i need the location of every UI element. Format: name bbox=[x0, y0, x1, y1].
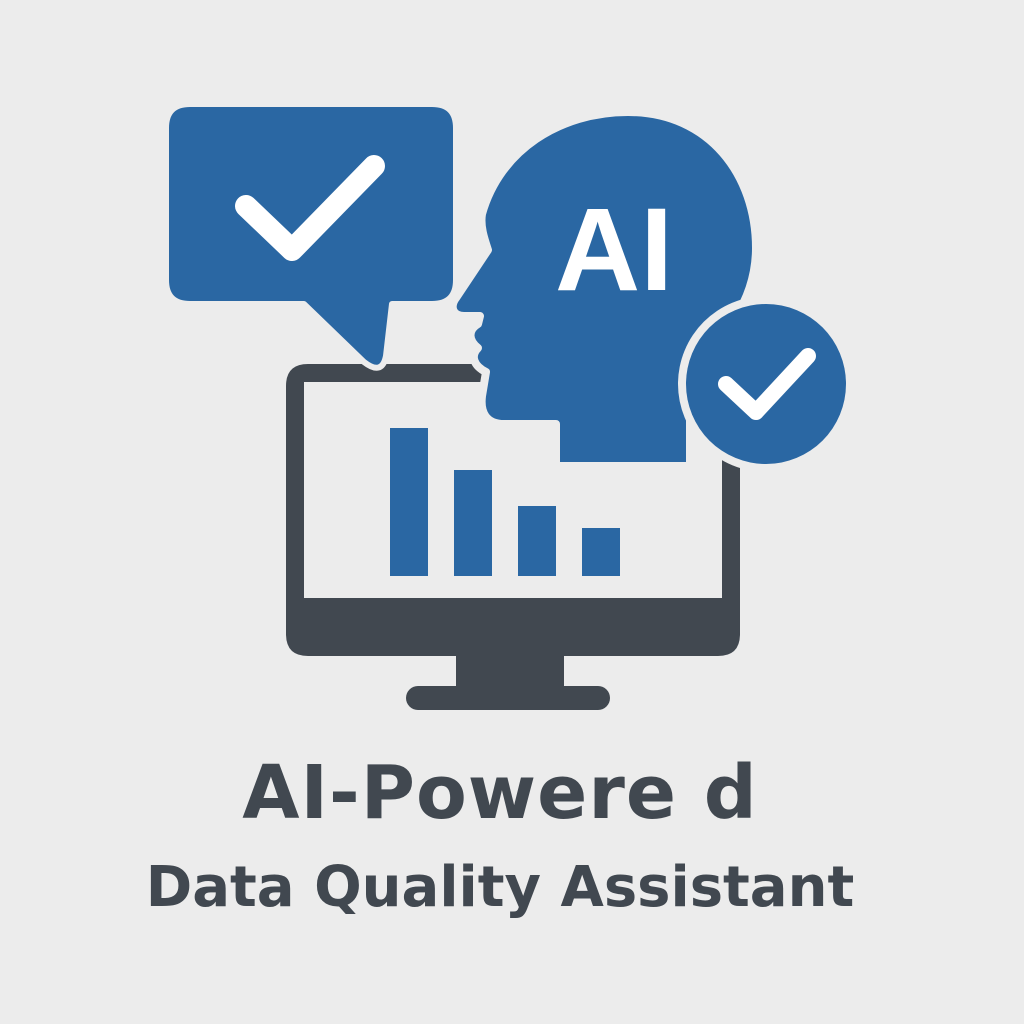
chart-bar-2 bbox=[454, 470, 492, 576]
speech-bubble-check-icon bbox=[163, 101, 459, 371]
title-line-1: AI-Powere d bbox=[242, 750, 758, 836]
chart-bar-1 bbox=[390, 428, 428, 576]
check-badge-circle bbox=[686, 304, 846, 464]
monitor-stand-neck bbox=[456, 654, 564, 690]
check-circle-icon bbox=[678, 296, 854, 472]
title-line-2: Data Quality Assistant bbox=[145, 855, 855, 920]
chart-bar-3 bbox=[518, 506, 556, 576]
chart-bar-4 bbox=[582, 528, 620, 576]
ai-head-label: AI bbox=[555, 184, 673, 316]
monitor-stand-base bbox=[406, 686, 610, 710]
